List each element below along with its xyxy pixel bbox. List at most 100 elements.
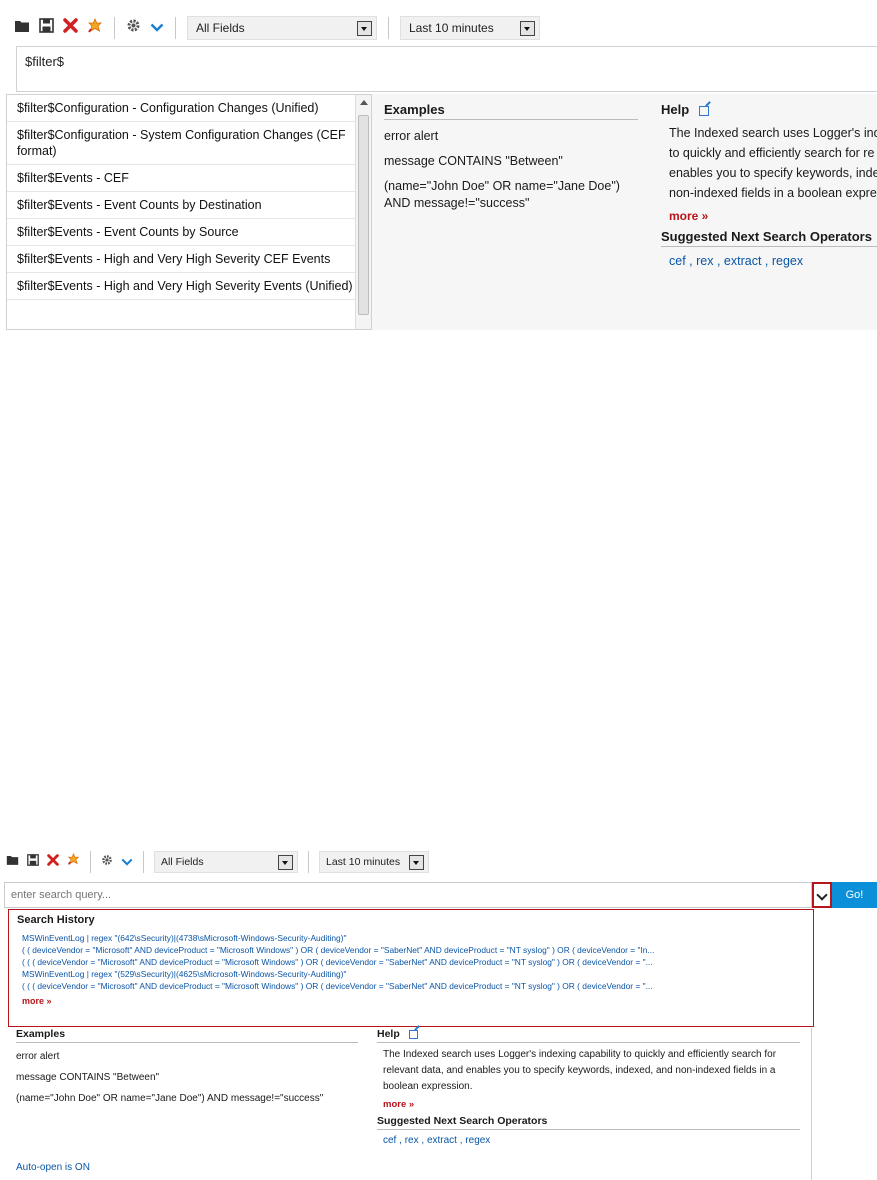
scrollbar-thumb[interactable] <box>358 115 369 315</box>
separator: , <box>761 254 772 268</box>
chevron-down-icon[interactable] <box>278 854 293 870</box>
help-title-row: Help <box>377 1028 800 1043</box>
separator: , <box>418 1135 427 1146</box>
example-item[interactable]: error alert <box>16 1050 358 1064</box>
search-history-title: Search History <box>17 914 95 926</box>
toolbar-divider <box>175 17 176 39</box>
history-item[interactable]: MSWinEventLog | regex "(529\sSecurity)|(… <box>17 968 805 980</box>
suggested-operators-title: Suggested Next Search Operators <box>377 1115 800 1130</box>
operator-link-rex[interactable]: rex <box>696 254 713 268</box>
delete-icon[interactable] <box>47 853 59 871</box>
search-input[interactable]: $filter$ <box>16 46 877 92</box>
history-item[interactable]: ( ( deviceVendor = "Microsoft" AND devic… <box>17 944 805 956</box>
folder-icon[interactable] <box>14 19 30 38</box>
more-link[interactable]: more » <box>377 1099 800 1110</box>
gear-icon[interactable] <box>126 18 141 38</box>
gear-icon[interactable] <box>101 853 113 871</box>
operator-links: cef , rex , extract , regex <box>377 1135 800 1146</box>
toolbar-divider <box>143 851 144 873</box>
help-title: Help <box>661 102 690 117</box>
chevron-down-icon[interactable] <box>150 19 164 37</box>
list-item[interactable]: $filter$Configuration - Configuration Ch… <box>7 95 371 122</box>
folder-icon[interactable] <box>6 853 19 871</box>
clear-icon[interactable] <box>87 17 103 39</box>
history-item[interactable]: ( ( ( deviceVendor = "Microsoft" AND dev… <box>17 980 805 992</box>
separator: , <box>713 254 724 268</box>
chevron-down-icon[interactable] <box>409 854 424 870</box>
time-range-value: Last 10 minutes <box>326 856 401 868</box>
field-select[interactable]: All Fields <box>187 16 377 40</box>
scroll-up-icon[interactable] <box>360 100 368 105</box>
save-icon[interactable] <box>27 853 39 871</box>
help-section: Help The Indexed search uses Logger's in… <box>661 102 877 268</box>
help-text-line: The Indexed search uses Logger's ind <box>669 126 877 140</box>
external-link-icon[interactable] <box>408 1029 418 1039</box>
operator-link-regex[interactable]: regex <box>465 1135 490 1146</box>
operator-links: cef , rex , extract , regex <box>661 254 877 268</box>
operator-link-cef[interactable]: cef <box>669 254 686 268</box>
example-item[interactable]: (name="John Doe" OR name="Jane Doe") AND… <box>16 1092 358 1106</box>
examples-section: Examples error alert message CONTAINS "B… <box>16 1028 358 1106</box>
more-link[interactable]: more » <box>661 209 877 223</box>
search-bar: Go! <box>4 882 877 908</box>
history-item[interactable]: ( ( ( deviceVendor = "Microsoft" AND dev… <box>17 956 805 968</box>
chevron-down-icon[interactable] <box>121 853 133 871</box>
operator-link-cef[interactable]: cef <box>383 1135 396 1146</box>
example-item[interactable]: error alert <box>384 128 638 145</box>
time-range-select[interactable]: Last 10 minutes <box>319 851 429 873</box>
external-link-icon[interactable] <box>698 105 709 116</box>
help-panel: Examples error alert message CONTAINS "B… <box>0 1028 812 1180</box>
help-text-line: to quickly and efficiently search for re <box>669 146 875 160</box>
list-item[interactable]: $filter$Events - Event Counts by Destina… <box>7 192 371 219</box>
delete-icon[interactable] <box>63 18 78 38</box>
auto-open-toggle[interactable]: Auto-open is ON <box>16 1162 90 1173</box>
operator-link-extract[interactable]: extract <box>724 254 762 268</box>
history-more-link[interactable]: more » <box>17 996 805 1006</box>
separator: , <box>685 254 697 268</box>
examples-section: Examples error alert message CONTAINS "B… <box>384 102 638 212</box>
list-item[interactable]: $filter$Configuration - System Configura… <box>7 122 371 165</box>
suggested-operators-title: Suggested Next Search Operators <box>661 229 877 247</box>
help-text-line: enables you to specify keywords, inde <box>669 166 877 180</box>
field-select-value: All Fields <box>196 21 245 35</box>
autocomplete-list: $filter$Configuration - Configuration Ch… <box>6 94 372 330</box>
help-title-row: Help <box>661 102 877 119</box>
chevron-down-icon[interactable] <box>520 20 535 36</box>
toolbar: All Fields Last 10 minutes <box>0 838 877 886</box>
save-icon[interactable] <box>39 18 54 38</box>
time-range-value: Last 10 minutes <box>409 21 494 35</box>
help-text: The Indexed search uses Logger's ind to … <box>661 123 877 203</box>
field-select[interactable]: All Fields <box>154 851 298 873</box>
search-panel-history: All Fields Last 10 minutes Go! Search Hi… <box>0 838 877 1180</box>
help-panel: Examples error alert message CONTAINS "B… <box>372 94 877 330</box>
help-text: The Indexed search uses Logger's indexin… <box>383 1049 777 1092</box>
examples-title: Examples <box>16 1028 358 1043</box>
list-item[interactable]: $filter$Events - High and Very High Seve… <box>7 273 371 300</box>
operator-link-rex[interactable]: rex <box>405 1135 419 1146</box>
help-section: Help The Indexed search uses Logger's in… <box>377 1028 800 1146</box>
list-item[interactable]: $filter$Events - Event Counts by Source <box>7 219 371 246</box>
example-item[interactable]: message CONTAINS "Between" <box>384 153 638 170</box>
examples-title: Examples <box>384 102 638 120</box>
example-item[interactable]: message CONTAINS "Between" <box>16 1071 358 1085</box>
search-input[interactable] <box>4 882 812 908</box>
toolbar-divider <box>388 17 389 39</box>
history-item[interactable]: MSWinEventLog | regex "(642\sSecurity)|(… <box>17 932 805 944</box>
operator-link-regex[interactable]: regex <box>772 254 803 268</box>
list-item[interactable]: $filter$Events - High and Very High Seve… <box>7 246 371 273</box>
list-item[interactable]: $filter$Events - CEF <box>7 165 371 192</box>
clear-icon[interactable] <box>67 852 80 871</box>
time-range-select[interactable]: Last 10 minutes <box>400 16 540 40</box>
example-item[interactable]: (name="John Doe" OR name="Jane Doe") AND… <box>384 178 638 212</box>
search-panel-autocomplete: All Fields Last 10 minutes $filter$ $fil… <box>0 0 877 330</box>
help-text-line: non-indexed fields in a boolean expre <box>669 186 877 200</box>
scrollbar[interactable] <box>355 95 371 329</box>
go-button[interactable]: Go! <box>832 882 877 908</box>
search-history-dropdown: Search History MSWinEventLog | regex "(6… <box>8 909 814 1027</box>
field-select-value: All Fields <box>161 856 204 868</box>
toolbar-divider <box>114 17 115 39</box>
operator-link-extract[interactable]: extract <box>427 1135 457 1146</box>
chevron-down-icon[interactable] <box>357 20 372 36</box>
toolbar-divider <box>308 851 309 873</box>
search-history-toggle[interactable] <box>812 882 832 908</box>
